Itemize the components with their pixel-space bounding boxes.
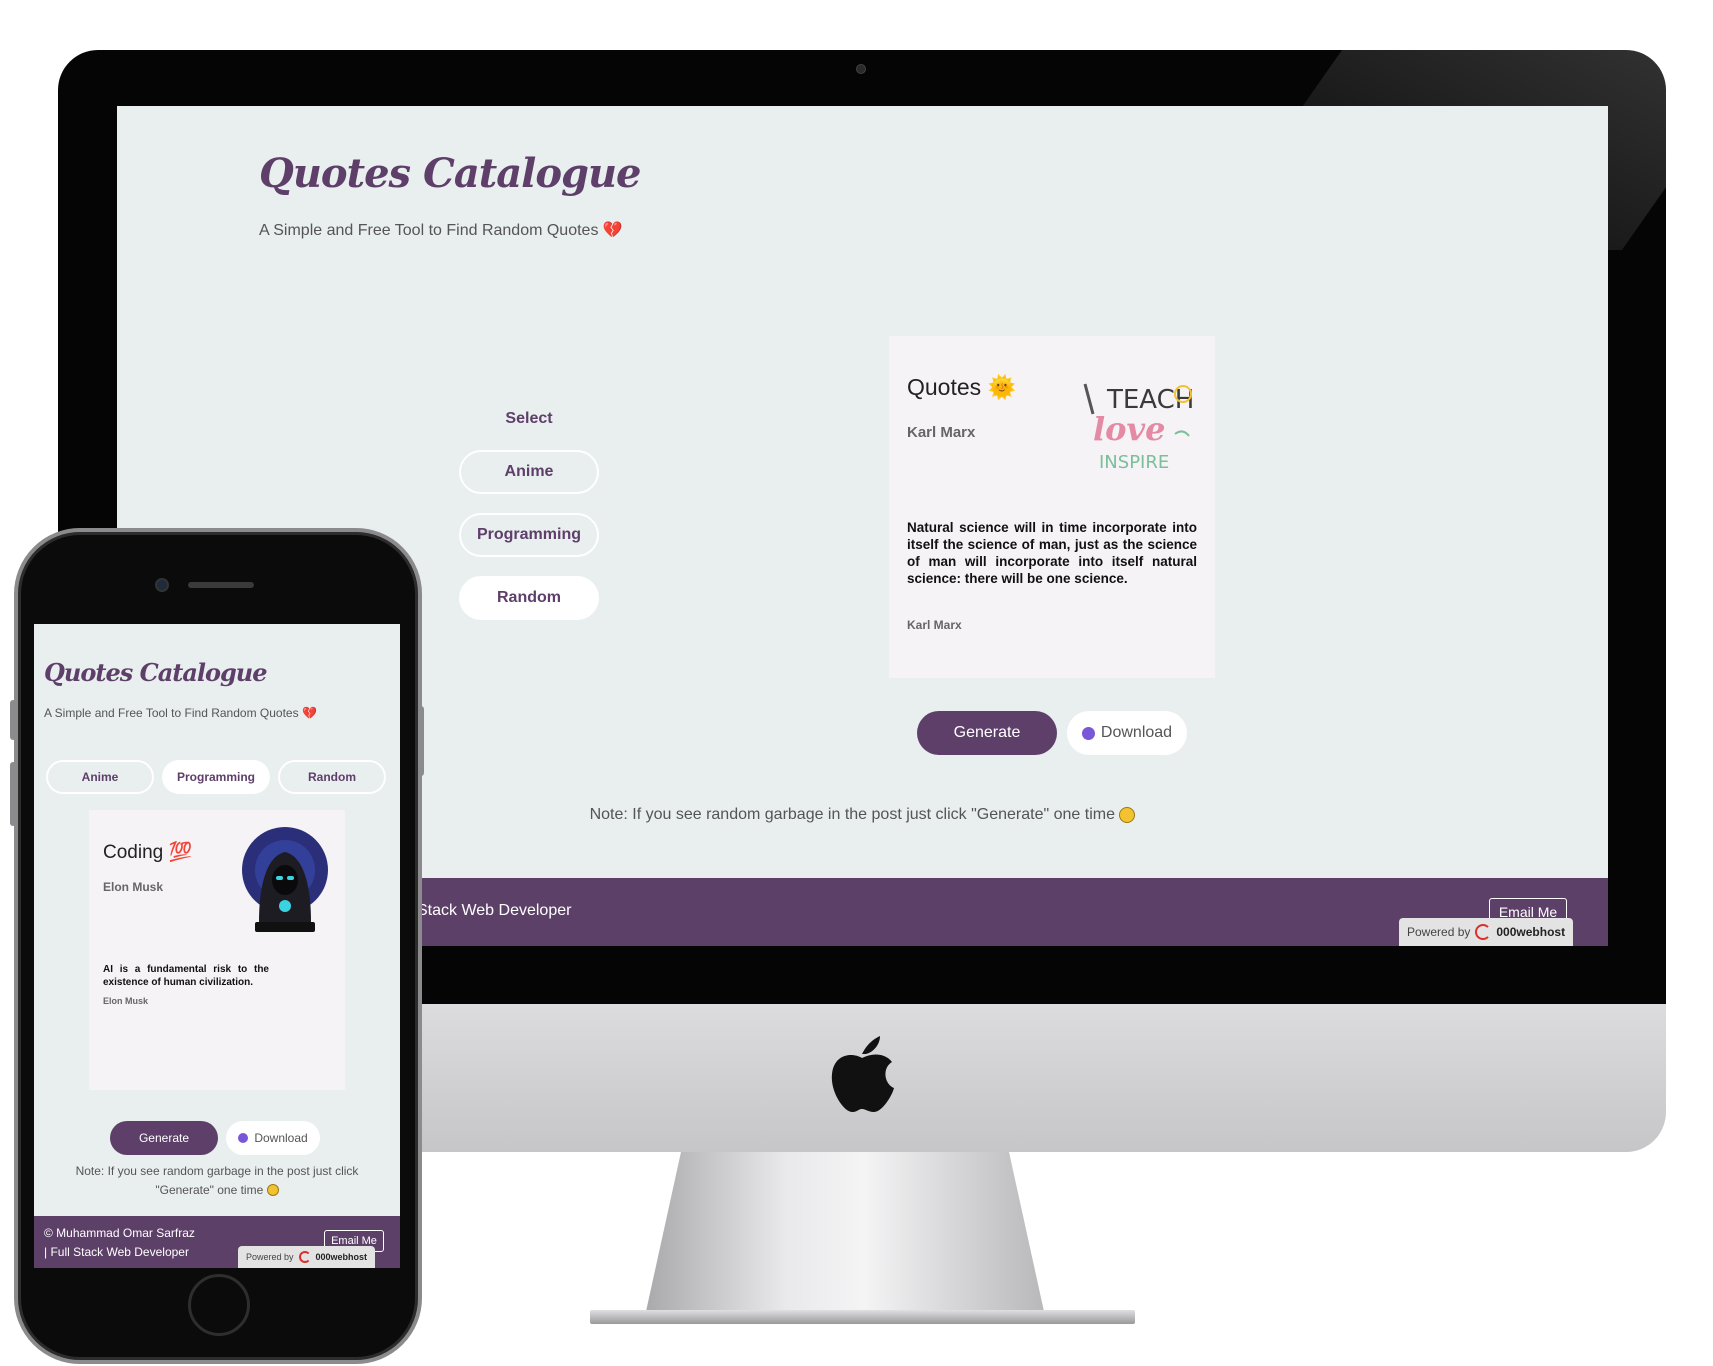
teach-love-inspire-illustration: TEACH love INSPIRE: [1083, 383, 1194, 473]
powered-brand: 000webhost: [315, 1252, 368, 1262]
illustration-text-love: love: [1093, 410, 1165, 448]
download-icon: [238, 1133, 249, 1143]
mobile-quote-text: AI is a fundamental risk to the existenc…: [103, 964, 269, 988]
webhost-logo-icon: [1475, 924, 1492, 940]
category-programming-button[interactable]: Programming: [459, 513, 599, 557]
mockup-stage: Quotes Catalogue A Simple and Free Tool …: [0, 0, 1713, 1366]
powered-by-badge[interactable]: Powered by 000webhost: [1399, 918, 1574, 946]
category-anime-button[interactable]: Anime: [459, 450, 599, 494]
mobile-generate-button[interactable]: Generate: [110, 1121, 218, 1155]
illustration-text-inspire: INSPIRE: [1099, 452, 1169, 473]
mobile-page-subtitle: A Simple and Free Tool to Find Random Qu…: [44, 706, 317, 720]
mobile-category-programming-button[interactable]: Programming: [162, 760, 270, 794]
mobile-note-line-2: "Generate" one time: [44, 1181, 390, 1200]
mobile-card-heading-text: Coding: [103, 842, 164, 863]
powered-prefix: Powered by: [1407, 925, 1471, 939]
mobile-category-random-button[interactable]: Random: [278, 760, 386, 794]
broken-heart-icon: 💔: [602, 222, 623, 239]
imac-foot: [590, 1310, 1135, 1324]
mobile-site-footer: © Muhammad Omar Sarfraz | Full Stack Web…: [34, 1216, 400, 1268]
subtitle-text: A Simple and Free Tool to Find Random Qu…: [259, 222, 599, 239]
powered-prefix: Powered by: [246, 1252, 294, 1262]
card-heading: Quotes 🌞: [907, 374, 1016, 401]
select-label: Select: [505, 410, 553, 427]
phone-camera: [155, 578, 169, 592]
category-label: Programming: [476, 526, 581, 543]
download-button[interactable]: Download: [1067, 711, 1187, 755]
grin-face-icon: [1119, 806, 1136, 823]
mobile-footer-copyright: © Muhammad Omar Sarfraz: [44, 1226, 195, 1240]
sun-icon: 🌞: [987, 374, 1017, 400]
category-label: Anime: [81, 770, 119, 784]
mobile-powered-by-badge[interactable]: Powered by 000webhost: [238, 1246, 376, 1268]
apple-logo-icon: [831, 1036, 894, 1112]
download-label: Download: [254, 1131, 308, 1145]
phone-speaker: [188, 582, 254, 588]
broken-heart-icon: 💔: [301, 706, 317, 720]
card-author: Karl Marx: [907, 424, 976, 441]
card-heading-text: Quotes: [907, 374, 982, 400]
page-subtitle: A Simple and Free Tool to Find Random Qu…: [259, 220, 623, 240]
category-label: Programming: [176, 770, 255, 784]
mobile-quote-cite: Elon Musk: [103, 996, 149, 1006]
mobile-footer-role: | Full Stack Web Developer: [44, 1245, 189, 1259]
mobile-screen: Quotes Catalogue A Simple and Free Tool …: [34, 624, 400, 1268]
phone-frame: Quotes Catalogue A Simple and Free Tool …: [14, 528, 422, 1364]
mobile-card-author: Elon Musk: [103, 880, 164, 894]
category-random-button[interactable]: Random: [459, 576, 599, 620]
imac-stand: [645, 1152, 1045, 1316]
mobile-note-text: Note: If you see random garbage in the p…: [44, 1162, 390, 1199]
mobile-subtitle-text: A Simple and Free Tool to Find Random Qu…: [44, 706, 299, 720]
grin-face-icon: [266, 1184, 279, 1197]
quote-text: Natural science will in time incorporate…: [907, 520, 1197, 586]
powered-brand: 000webhost: [1496, 925, 1566, 939]
mobile-note-line-2-text: "Generate" one time: [155, 1182, 264, 1197]
generate-button[interactable]: Generate: [917, 711, 1057, 755]
generate-label: Generate: [138, 1131, 190, 1145]
download-icon: [1081, 726, 1095, 740]
mobile-page-title: Quotes Catalogue: [44, 658, 267, 687]
hacker-illustration: [242, 827, 328, 932]
imac-camera: [856, 64, 866, 74]
category-label: Random: [308, 770, 356, 784]
mobile-card-heading: Coding 💯: [103, 840, 192, 864]
category-label: Random: [497, 589, 561, 606]
quote-card: Quotes 🌞 Karl Marx TEACH love INSPIRE Na…: [889, 336, 1215, 678]
phone-home-button: [188, 1274, 250, 1336]
mobile-note-line-1: Note: If you see random garbage in the p…: [75, 1164, 359, 1178]
quote-cite: Karl Marx: [907, 618, 962, 632]
footer-credit: Stack Web Developer: [417, 902, 572, 919]
hundred-points-icon: 💯: [168, 842, 193, 863]
generate-label: Generate: [953, 724, 1021, 741]
download-label: Download: [1100, 724, 1173, 741]
category-label: Anime: [504, 463, 554, 480]
webhost-logo-icon: [298, 1251, 311, 1263]
mobile-quote-card: Coding 💯 Elon Musk AI is a fundamental r…: [89, 810, 345, 1090]
page-title: Quotes Catalogue: [259, 150, 641, 197]
mobile-category-anime-button[interactable]: Anime: [46, 760, 154, 794]
note-text-body: Note: If you see random garbage in the p…: [589, 806, 1115, 823]
mobile-download-button[interactable]: Download: [226, 1121, 320, 1155]
